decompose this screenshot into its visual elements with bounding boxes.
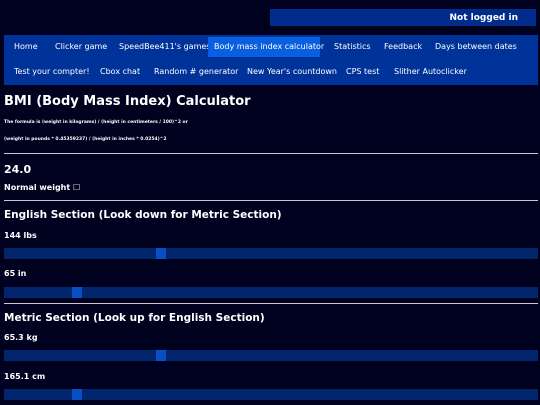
- nav-item-home[interactable]: Home: [8, 37, 44, 57]
- english-height-label: 65 in: [4, 269, 27, 278]
- english-section-heading: English Section (Look down for Metric Se…: [4, 209, 282, 221]
- page-title: BMI (Body Mass Index) Calculator: [4, 94, 251, 109]
- nav-item-cps-test[interactable]: CPS test: [340, 62, 385, 82]
- divider: [4, 200, 538, 201]
- formula-line-2: (weight in pounds * 0.45359237) / (heigh…: [4, 137, 167, 142]
- slider-thumb[interactable]: [156, 248, 166, 259]
- divider: [4, 153, 538, 154]
- metric-weight-label: 65.3 kg: [4, 333, 38, 342]
- page: Not logged in Home Clicker game SpeedBee…: [0, 0, 540, 405]
- metric-section-heading: Metric Section (Look up for English Sect…: [4, 312, 265, 324]
- formula-line-1: The formula is (weight in kilograms) / (…: [4, 120, 188, 125]
- nav-item-random-generator[interactable]: Random # generator: [148, 62, 244, 82]
- metric-height-label: 165.1 cm: [4, 372, 46, 381]
- nav-item-new-years-countdown[interactable]: New Year's countdown: [241, 62, 343, 82]
- slider-thumb[interactable]: [72, 389, 82, 400]
- divider: [4, 303, 538, 304]
- nav-item-speedbee-games[interactable]: SpeedBee411's games: [113, 37, 216, 57]
- bmi-result-status: Normal weight ☐: [4, 183, 81, 192]
- main-nav: Home Clicker game SpeedBee411's games Bo…: [4, 35, 538, 85]
- bmi-result-value: 24.0: [4, 163, 32, 176]
- english-height-slider[interactable]: [4, 287, 538, 298]
- login-status-box[interactable]: Not logged in: [270, 9, 536, 26]
- slider-thumb[interactable]: [72, 287, 82, 298]
- nav-item-statistics[interactable]: Statistics: [328, 37, 377, 57]
- nav-item-clicker-game[interactable]: Clicker game: [49, 37, 113, 57]
- nav-item-feedback[interactable]: Feedback: [378, 37, 428, 57]
- nav-item-cbox-chat[interactable]: Cbox chat: [94, 62, 146, 82]
- english-weight-slider[interactable]: [4, 248, 538, 259]
- login-status-text: Not logged in: [449, 12, 518, 23]
- english-weight-label: 144 lbs: [4, 231, 37, 240]
- metric-weight-slider[interactable]: [4, 350, 538, 361]
- slider-thumb[interactable]: [156, 350, 166, 361]
- metric-height-slider[interactable]: [4, 389, 538, 400]
- nav-item-slither-autoclicker[interactable]: Slither Autoclicker: [388, 62, 473, 82]
- nav-item-bmi-calculator[interactable]: Body mass index calculator: [208, 37, 324, 57]
- nav-item-days-between-dates[interactable]: Days between dates: [429, 37, 523, 57]
- nav-item-test-computer[interactable]: Test your compter!: [8, 62, 96, 82]
